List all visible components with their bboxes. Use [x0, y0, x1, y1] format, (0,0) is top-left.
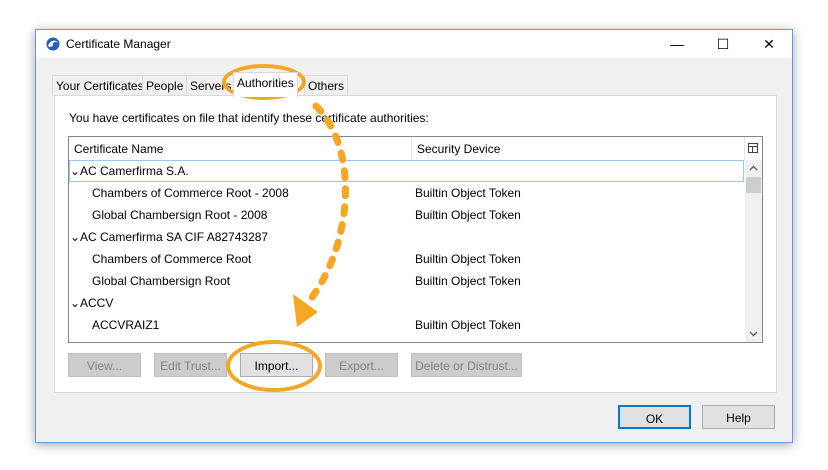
- tab-authorities[interactable]: Authorities: [233, 72, 298, 97]
- arrow-annotation-icon: [293, 102, 349, 327]
